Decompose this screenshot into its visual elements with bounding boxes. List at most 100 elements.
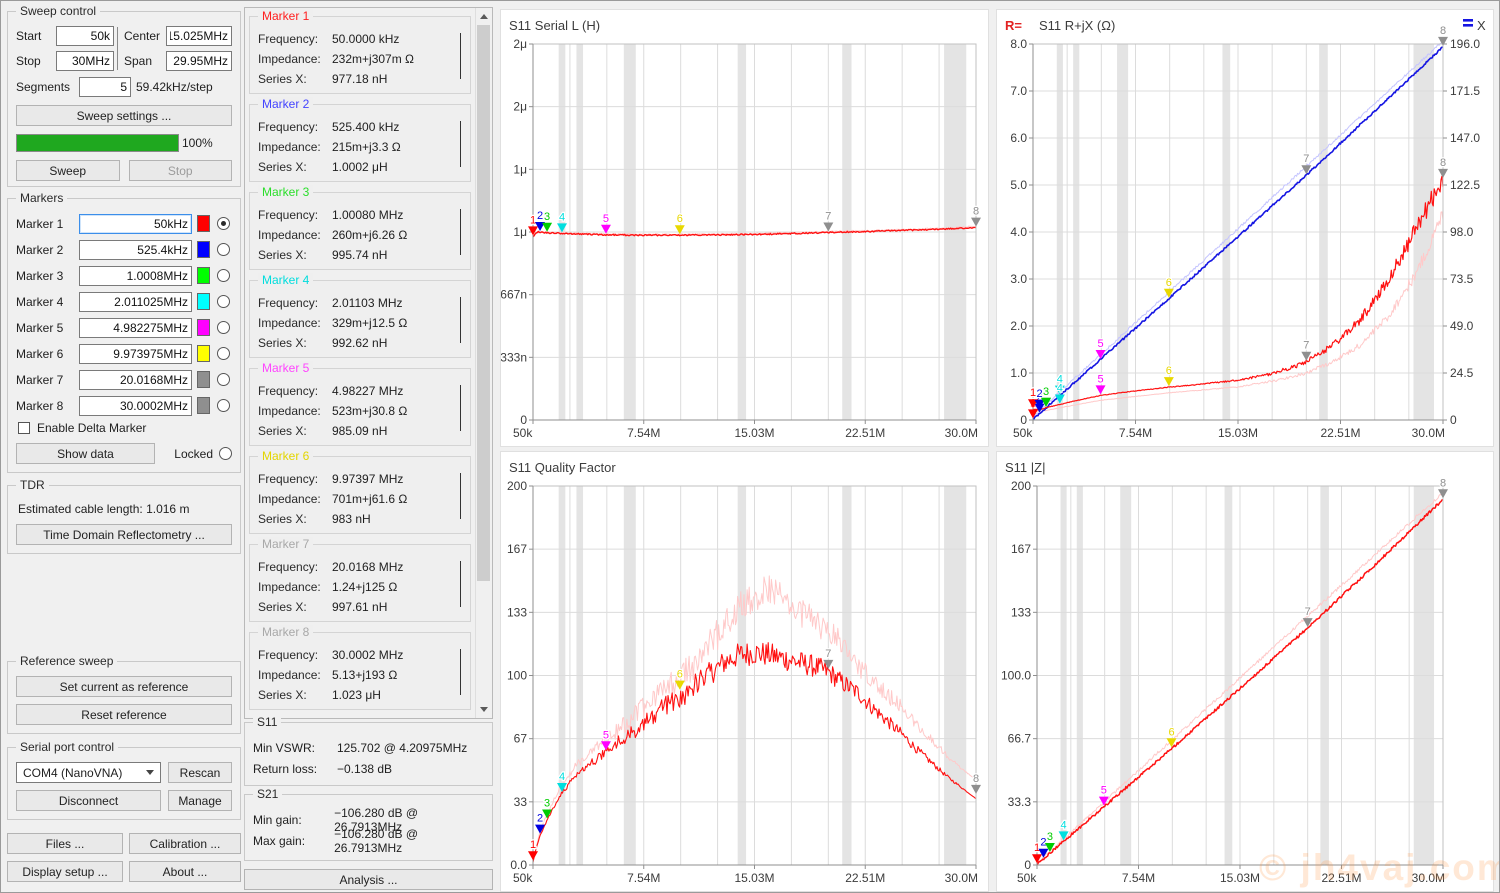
- marker-color-swatch[interactable]: [197, 267, 210, 284]
- marker-select-radio[interactable]: [217, 295, 230, 308]
- marker-label: Marker 7: [16, 373, 74, 387]
- marker-row: Marker 4: [16, 291, 232, 312]
- chart-marker-4[interactable]: [557, 223, 567, 232]
- serial-port-select[interactable]: COM4 (NanoVNA): [16, 762, 161, 783]
- chart-marker-number: 7: [825, 648, 831, 660]
- chart-marker-8[interactable]: [971, 218, 981, 227]
- marker-detail-row: Frequency:9.97397 MHz: [258, 469, 462, 489]
- y-axis-tick-label: 100: [507, 669, 527, 683]
- frequency-label: Frequency:: [258, 648, 332, 662]
- reset-reference-button[interactable]: Reset reference: [16, 704, 232, 725]
- marker-frequency-input[interactable]: [79, 266, 192, 286]
- rescan-button[interactable]: Rescan: [168, 762, 232, 783]
- marker-select-radio[interactable]: [217, 399, 230, 412]
- marker-select-radio[interactable]: [217, 373, 230, 386]
- marker-select-radio[interactable]: [217, 217, 230, 230]
- marker-color-swatch[interactable]: [197, 319, 210, 336]
- chart-marker-6[interactable]: [675, 225, 685, 234]
- marker-detail-row: Frequency:4.98227 MHz: [258, 381, 462, 401]
- manage-button[interactable]: Manage: [168, 790, 232, 811]
- y2-axis-tick-label: 122.5: [1450, 178, 1480, 192]
- chart-marker-number: 4: [1061, 819, 1067, 831]
- chart-marker-number: 1: [530, 214, 536, 226]
- calibration-button[interactable]: Calibration ...: [129, 833, 241, 854]
- sweep-progress-bar: [16, 134, 179, 152]
- s11-stats-group: S11 Min VSWR: 125.702 @ 4.20975MHz Retur…: [244, 722, 493, 786]
- chart-s11-r-jx[interactable]: 8.07.06.05.04.03.02.01.00196.0171.5147.0…: [996, 9, 1494, 447]
- marker-detail-title: Marker 3: [258, 185, 313, 199]
- chart-marker-number: 3: [1043, 386, 1049, 398]
- chart-marker-3[interactable]: [542, 223, 552, 232]
- chart-marker-6[interactable]: [675, 681, 685, 690]
- display-setup-button[interactable]: Display setup ...: [7, 861, 123, 882]
- x-axis-tick-label: 50k: [513, 871, 533, 885]
- chart-s11-z-magnitude[interactable]: 200167133100.066.733.3050k7.54M15.03M22.…: [996, 451, 1494, 892]
- x-axis-tick-label: 22.51M: [1321, 871, 1361, 885]
- chart-marker-number: 4: [1057, 382, 1063, 394]
- span-input[interactable]: [166, 51, 232, 71]
- chart-title: S11 R+jX (Ω): [1039, 18, 1115, 33]
- chart-marker-number: 4: [559, 211, 565, 223]
- marker-select-radio[interactable]: [217, 347, 230, 360]
- marker-color-swatch[interactable]: [197, 293, 210, 310]
- time-domain-reflectometry-button[interactable]: Time Domain Reflectometry ...: [16, 524, 232, 545]
- chart-marker-8[interactable]: [1438, 489, 1448, 498]
- series_x-label: Series X:: [258, 336, 332, 350]
- marker-color-swatch[interactable]: [197, 241, 210, 258]
- set-current-as-reference-button[interactable]: Set current as reference: [16, 676, 232, 697]
- tdr-title: TDR: [16, 478, 49, 492]
- marker-detail-title: Marker 8: [258, 625, 313, 639]
- sweep-button[interactable]: Sweep: [16, 160, 120, 181]
- chart-marker-8[interactable]: [1438, 169, 1448, 178]
- x-axis-tick-label: 15.03M: [1218, 426, 1258, 440]
- chart-title: S11 Serial L (H): [509, 18, 600, 33]
- chart-marker-7[interactable]: [823, 222, 833, 231]
- marker-color-swatch[interactable]: [197, 345, 210, 362]
- analysis-button[interactable]: Analysis ...: [244, 869, 493, 890]
- chart-marker-6[interactable]: [1164, 377, 1174, 386]
- impedance-label: Impedance:: [258, 228, 332, 242]
- y2-axis-tick-label: 0: [1450, 413, 1457, 427]
- chart-marker-1[interactable]: [528, 851, 538, 860]
- enable-delta-marker-checkbox[interactable]: [18, 422, 30, 434]
- segments-input[interactable]: [79, 77, 131, 97]
- chart-marker-8[interactable]: [971, 785, 981, 794]
- marker-frequency-input[interactable]: [79, 292, 192, 312]
- marker-select-radio[interactable]: [217, 243, 230, 256]
- scrollbar-thumb[interactable]: [477, 25, 490, 581]
- scroll-up-icon[interactable]: [476, 8, 492, 25]
- chart-s11-serial-l[interactable]: 2μ2μ1μ1μ667n333n050k7.54M15.03M22.51M30.…: [500, 9, 989, 447]
- sweep-settings-button[interactable]: Sweep settings ...: [16, 105, 232, 126]
- y-axis-tick-label: 333n: [501, 350, 527, 364]
- marker-color-swatch[interactable]: [197, 397, 210, 414]
- x-axis-tick-label: 50k: [1013, 426, 1033, 440]
- marker-detail-panel: Marker 1Frequency:50.0000 kHzImpedance:2…: [249, 16, 471, 94]
- marker-select-radio[interactable]: [217, 269, 230, 282]
- marker-frequency-input[interactable]: [79, 214, 192, 234]
- marker-frequency-input[interactable]: [79, 318, 192, 338]
- chart-marker-5[interactable]: [1096, 385, 1106, 394]
- marker-frequency-input[interactable]: [79, 396, 192, 416]
- locked-radio[interactable]: [219, 447, 232, 460]
- chart-marker-number: 6: [1166, 277, 1172, 289]
- marker-select-radio[interactable]: [217, 321, 230, 334]
- stop-button[interactable]: Stop: [129, 160, 233, 181]
- scrollbar[interactable]: [475, 8, 492, 718]
- show-data-button[interactable]: Show data: [16, 443, 155, 464]
- about-button[interactable]: About ...: [129, 861, 241, 882]
- marker-frequency-input[interactable]: [79, 240, 192, 260]
- marker-color-swatch[interactable]: [197, 371, 210, 388]
- impedance-label: Impedance:: [258, 404, 332, 418]
- marker-frequency-input[interactable]: [79, 344, 192, 364]
- marker-row: Marker 5: [16, 317, 232, 338]
- files-button[interactable]: Files ...: [7, 833, 123, 854]
- marker-color-swatch[interactable]: [197, 215, 210, 232]
- marker-detail-row: Impedance:329m+j12.5 Ω: [258, 313, 462, 333]
- marker-frequency-input[interactable]: [79, 370, 192, 390]
- scroll-down-icon[interactable]: [476, 701, 492, 718]
- disconnect-button[interactable]: Disconnect: [16, 790, 161, 811]
- center-input[interactable]: [166, 26, 232, 46]
- stop-input[interactable]: [56, 51, 114, 71]
- start-input[interactable]: [56, 26, 114, 46]
- chart-s11-quality-factor[interactable]: 20016713310067330.050k7.54M15.03M22.51M3…: [500, 451, 989, 892]
